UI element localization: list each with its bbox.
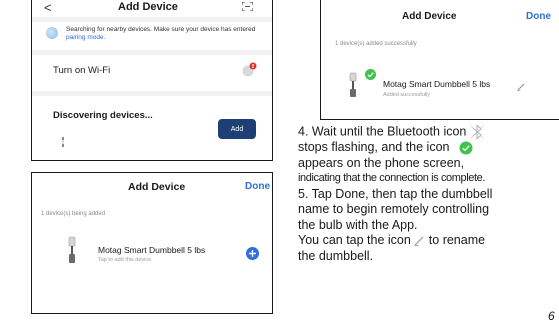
device-name[interactable]: Motag Smart Dumbbell 5 lbs: [98, 245, 205, 255]
rename-line1-end-text: to rename: [428, 233, 486, 247]
page-number: 6: [548, 309, 555, 323]
plus-circle-icon[interactable]: [246, 247, 259, 260]
instructions: 4. Wait until the Bluetooth icon stops f…: [298, 124, 559, 264]
pairing-mode-link[interactable]: pairing mode.: [66, 34, 105, 41]
screen-discovering: < Add Device Searching for nearby device…: [31, 0, 273, 161]
search-message-text: Searching for nearby devices. Make sure …: [66, 26, 256, 33]
wifi-off-icon[interactable]: [241, 62, 257, 78]
dumbbell-thumbnail-icon: [68, 236, 76, 263]
check-circle-icon: [459, 141, 473, 155]
status-text: 1 device(s) being added: [41, 211, 106, 217]
step4-line3: appears on the phone screen,: [298, 155, 465, 170]
step5-line3: the bulb with the App.: [298, 217, 418, 232]
bluetooth-icon: [470, 124, 484, 140]
step5-line1: 5. Tap Done, then tap the dumbbell: [298, 186, 493, 201]
step4-line4: indicating that the connection is comple…: [298, 172, 486, 184]
step4-line2: stops flashing, and the icon: [298, 140, 559, 156]
add-button[interactable]: Add: [218, 119, 256, 139]
page-title: Add Device: [128, 181, 186, 193]
page-title: Add Device: [402, 11, 457, 22]
wifi-label: Turn on Wi-Fi: [53, 65, 111, 76]
step4-line1: 4. Wait until the Bluetooth icon: [298, 124, 559, 140]
back-button[interactable]: <: [44, 0, 52, 15]
page-title: Add Device: [118, 1, 178, 13]
screen-added-successfully: Add Device Done 1 device(s) added succes…: [320, 0, 559, 120]
searching-spinner-icon: [46, 27, 58, 39]
rename-line2: the dumbbell.: [298, 248, 374, 263]
pencil-icon: [414, 236, 424, 247]
status-text: 1 device(s) added successfully: [335, 41, 417, 47]
divider: [32, 50, 272, 55]
dumbbell-thumbnail-icon: [62, 137, 64, 147]
rename-line1-text: You can tap the icon: [298, 233, 411, 247]
search-message: Searching for nearby devices. Make sure …: [66, 26, 266, 42]
divider: [32, 91, 272, 96]
divider: [32, 17, 272, 22]
device-status: Added successfully: [383, 92, 431, 98]
dumbbell-thumbnail-icon: [349, 72, 357, 97]
done-button[interactable]: Done: [526, 11, 551, 22]
check-circle-icon: [365, 69, 376, 80]
pencil-icon[interactable]: [517, 82, 526, 91]
step5-line2: name to begin remotely controlling: [298, 202, 490, 216]
discovering-label: Discovering devices...: [53, 110, 153, 121]
rename-line1: You can tap the icon to rename: [298, 233, 559, 249]
device-name[interactable]: Motag Smart Dumbbell 5 lbs: [383, 79, 490, 89]
device-status: Tap to add this device: [98, 257, 152, 263]
step4-line1-text: 4. Wait until the Bluetooth icon: [298, 124, 467, 139]
step4-line2-text: stops flashing, and the icon: [298, 140, 450, 154]
done-button[interactable]: Done: [245, 181, 270, 192]
screen-being-added: Add Device Done 1 device(s) being added …: [31, 172, 273, 314]
scan-icon[interactable]: [242, 2, 253, 11]
